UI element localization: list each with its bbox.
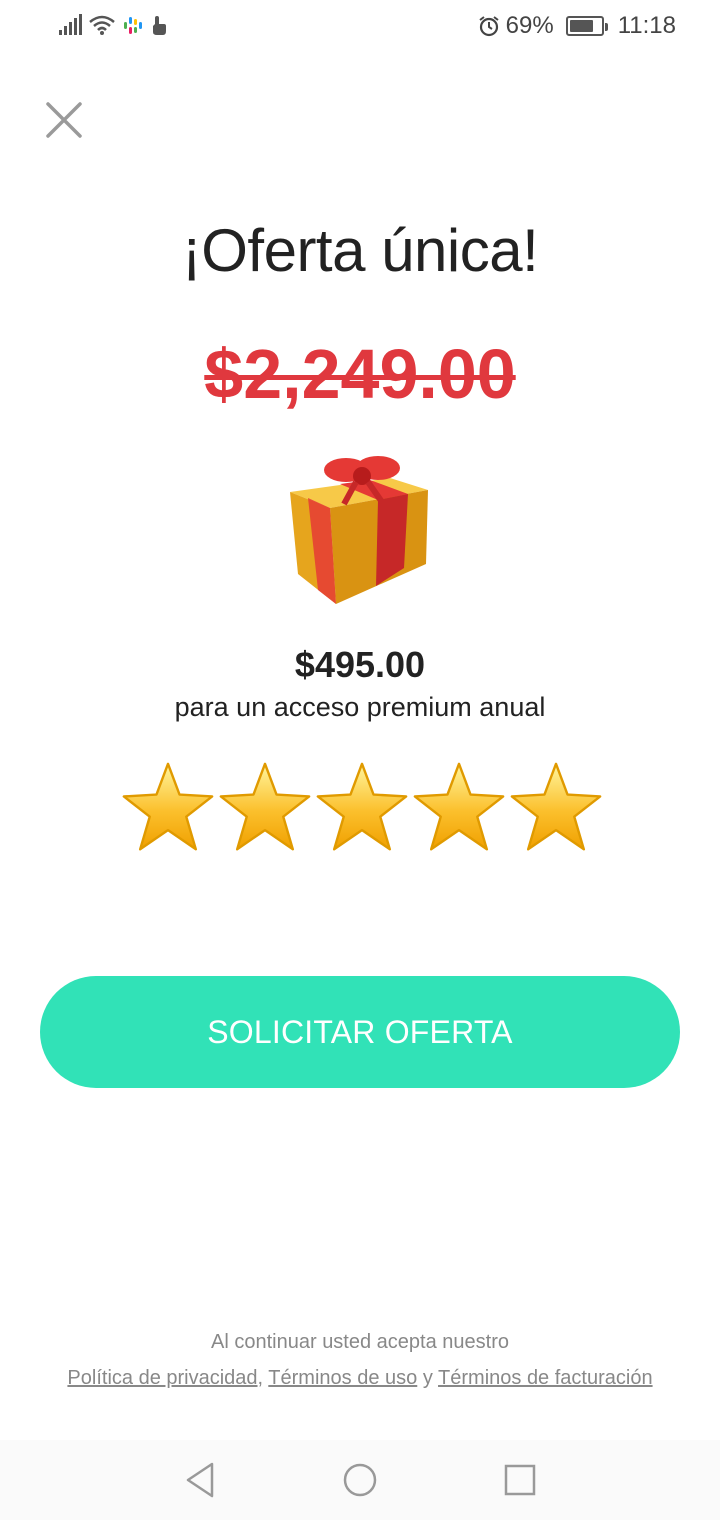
legal-separator-y: y <box>422 1367 433 1389</box>
legal-intro: Al continuar usted acepta nuestro <box>211 1331 509 1353</box>
wifi-icon <box>88 14 116 36</box>
star-icon <box>510 762 602 851</box>
signal-icon <box>58 14 82 36</box>
status-bar: 69% 11:18 <box>0 0 720 56</box>
home-nav-button[interactable] <box>338 1458 382 1502</box>
battery-icon <box>565 16 608 36</box>
notification-app-icon <box>122 14 144 36</box>
battery-fill <box>569 20 594 32</box>
home-icon <box>343 1463 377 1497</box>
rating-stars <box>120 760 604 856</box>
close-icon <box>46 102 82 138</box>
request-offer-button[interactable]: SOLICITAR OFERTA <box>40 976 680 1088</box>
recents-nav-button[interactable] <box>498 1458 542 1502</box>
back-icon <box>186 1462 214 1498</box>
back-nav-button[interactable] <box>178 1458 222 1502</box>
close-button[interactable] <box>40 96 88 144</box>
legal-separator-comma: , <box>257 1367 264 1389</box>
old-price: $2,249.00 <box>204 335 516 413</box>
offer-title: ¡Oferta única! <box>181 217 539 284</box>
battery-percent: 69% <box>505 12 554 39</box>
privacy-policy-link[interactable]: Política de privacidad <box>67 1367 257 1389</box>
terms-of-use-link[interactable]: Términos de uso <box>268 1367 417 1389</box>
billing-terms-link[interactable]: Términos de facturación <box>438 1367 653 1389</box>
navigation-bar <box>0 1440 720 1520</box>
clock: 11:18 <box>617 12 676 39</box>
star-icon <box>219 762 311 851</box>
star-icon <box>122 762 214 851</box>
legal-links: Política de privacidad, Términos de uso … <box>0 1367 720 1390</box>
star-icon <box>316 762 408 851</box>
new-price: $495.00 <box>294 644 426 685</box>
status-right: 69% 11:18 <box>478 12 676 40</box>
status-left <box>58 14 168 36</box>
touch-icon <box>150 14 168 36</box>
offer-subtitle: para un acceso premium anual <box>174 692 546 722</box>
gift-icon <box>280 456 440 612</box>
star-icon <box>413 762 505 851</box>
alarm-icon <box>478 15 500 37</box>
recents-icon <box>504 1464 536 1496</box>
